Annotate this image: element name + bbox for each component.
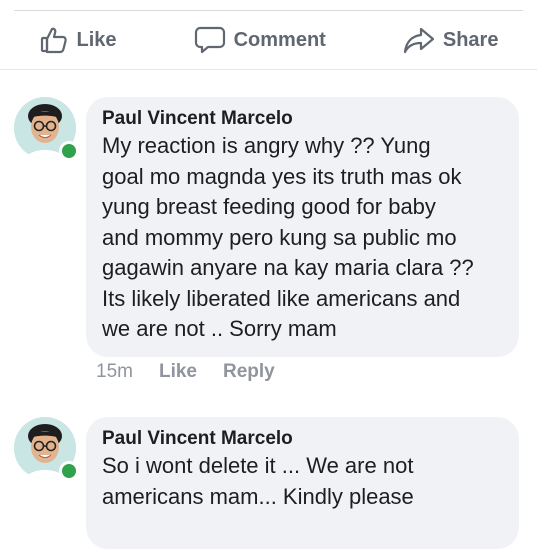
comment-button[interactable]: Comment <box>194 25 326 55</box>
thumbs-up-icon <box>39 25 69 55</box>
comment-bubble[interactable]: Paul Vincent Marcelo So i wont delete it… <box>86 417 519 549</box>
comment-author[interactable]: Paul Vincent Marcelo <box>102 107 501 131</box>
share-button[interactable]: Share <box>403 25 499 55</box>
speech-bubble-icon <box>194 25 226 55</box>
comment-reply-button[interactable]: Reply <box>223 361 275 383</box>
online-status-icon <box>59 461 79 481</box>
like-button[interactable]: Like <box>39 25 117 55</box>
post-action-bar: Like Comment Share <box>0 11 537 70</box>
comment-text: So i wont delete it ... We are not ameri… <box>102 453 414 509</box>
like-label: Like <box>76 28 117 51</box>
comment-author[interactable]: Paul Vincent Marcelo <box>102 427 501 451</box>
share-label: Share <box>442 28 499 51</box>
comment-meta: 15m Like Reply <box>96 361 275 383</box>
comment-bubble[interactable]: Paul Vincent Marcelo My reaction is angr… <box>86 97 519 357</box>
comment-text: My reaction is angry why ?? Yung goal mo… <box>102 133 474 341</box>
share-arrow-icon <box>403 25 435 55</box>
online-status-icon <box>59 141 79 161</box>
comment-timestamp[interactable]: 15m <box>96 361 133 383</box>
comment-label: Comment <box>233 28 326 51</box>
comment-like-button[interactable]: Like <box>159 361 197 383</box>
comment-item: Paul Vincent Marcelo My reaction is angr… <box>14 97 523 397</box>
comment-item: Paul Vincent Marcelo So i wont delete it… <box>14 417 523 549</box>
